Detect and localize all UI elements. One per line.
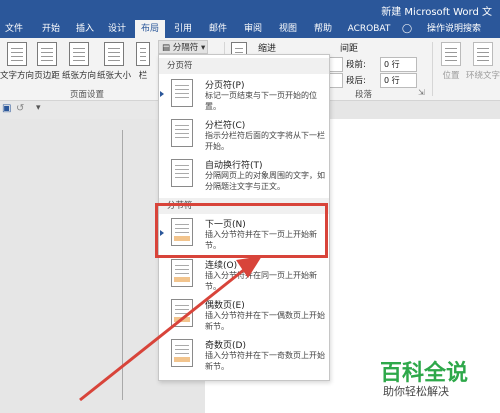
watermark-tagline: 助你轻松解决	[383, 385, 449, 398]
red-arrow-icon	[79, 256, 262, 402]
